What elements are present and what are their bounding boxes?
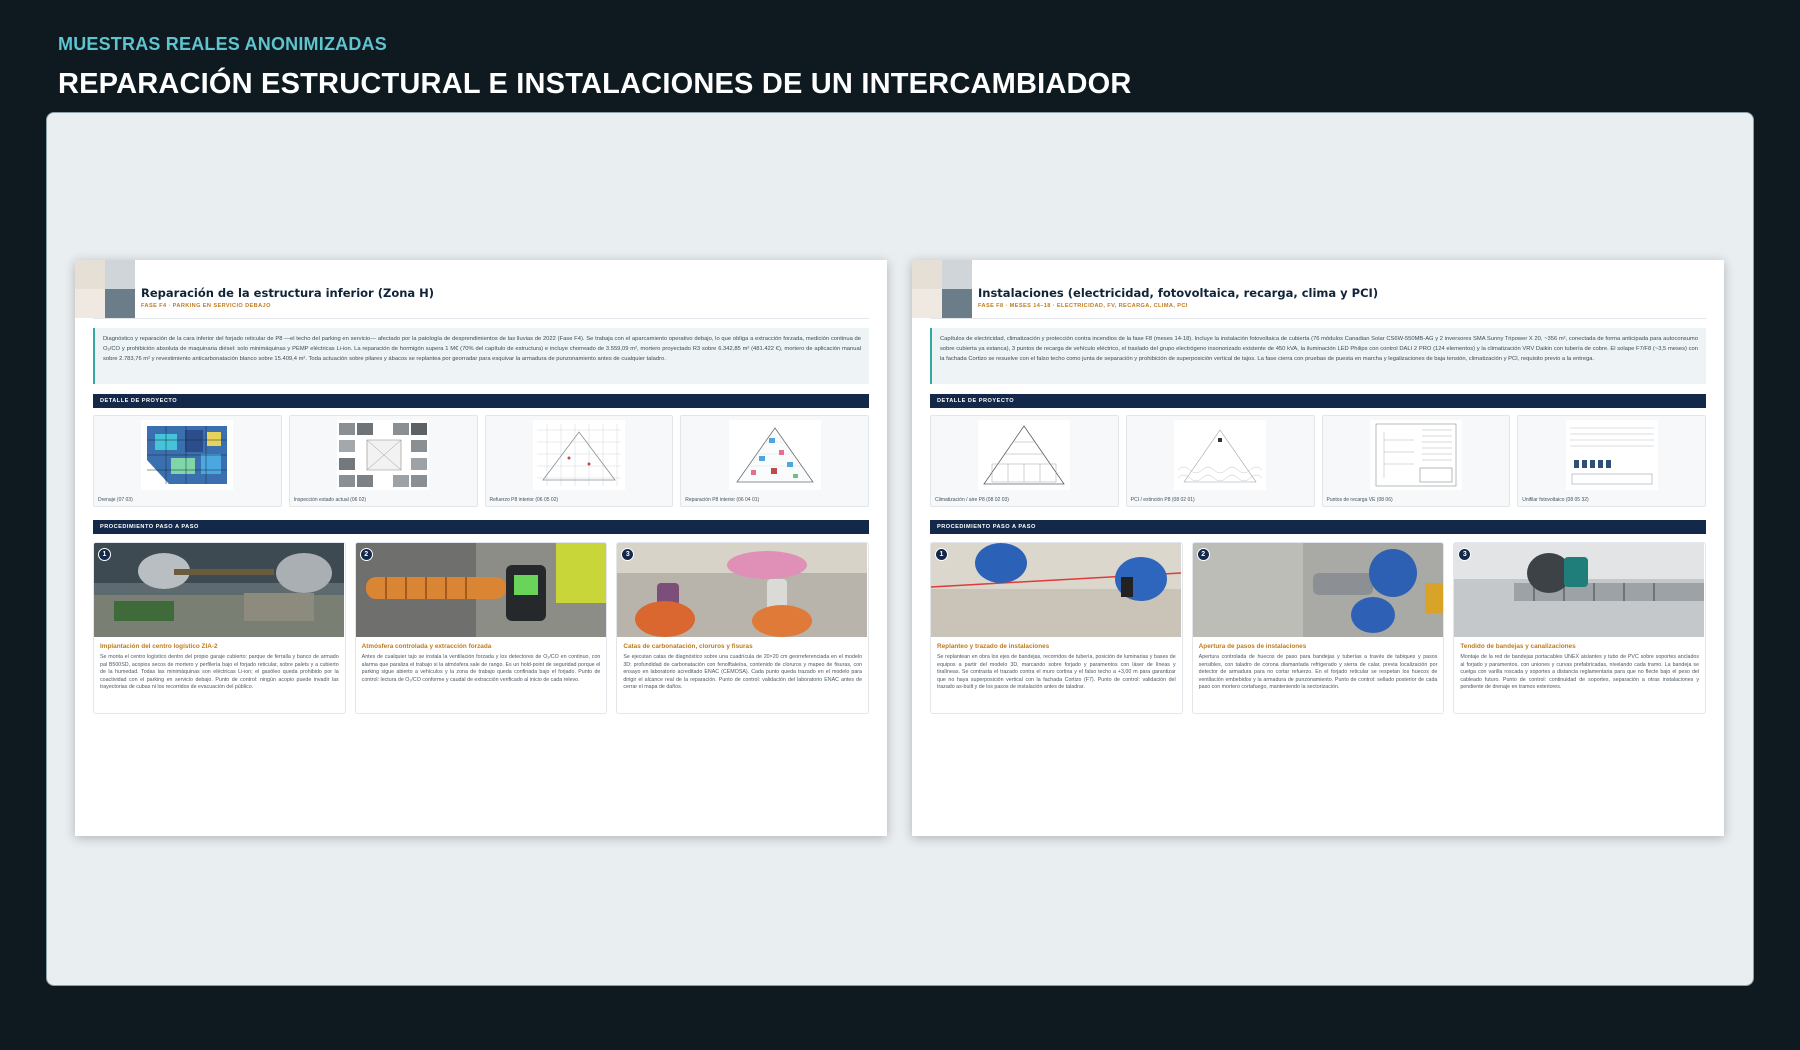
steps-bar: PROCEDIMIENTO PASO A PASO <box>930 520 1706 534</box>
thumb-caption: Unifilar fotovoltaico (08 05 32) <box>1522 497 1589 503</box>
step-card[interactable]: 2 Atmósfera controlada y extracción forz… <box>354 542 608 714</box>
step-number: 1 <box>935 548 948 561</box>
drainage-plan-image <box>141 420 234 490</box>
step-title: Tendido de bandejas y canalizaciones <box>1460 643 1576 650</box>
step-body: Se replantean en obra los ejes de bandej… <box>937 654 1176 691</box>
step-title: Atmósfera controlada y extracción forzad… <box>361 643 492 650</box>
core-drilling-photo <box>1192 543 1443 637</box>
step-number: 2 <box>1196 548 1210 561</box>
hvac-plan-image <box>978 420 1071 490</box>
sheet-title: Reparación de la estructura inferior (Zo… <box>141 286 435 300</box>
steps-bar: PROCEDIMIENTO PASO A PASO <box>93 520 869 534</box>
corner-logo <box>912 260 974 318</box>
step-body: Se ejecutan catas de diagnóstico sobre u… <box>623 654 863 691</box>
thumb-card[interactable]: Puntos de recarga VE (08 06) <box>1321 415 1511 507</box>
section-eyebrow: MUESTRAS REALES ANONIMIZADAS <box>58 34 387 54</box>
thumb-card[interactable]: Inspección estado actual (06 02) <box>288 415 478 507</box>
thumb-caption: Reparación P8 interior (06 04 01) <box>685 497 760 503</box>
thumb-row: Climatización / aire P8 (08 02 03) PCI /… <box>930 415 1706 507</box>
step-title: Apertura de pasos de instalaciones <box>1198 643 1307 650</box>
divider <box>930 318 1706 319</box>
reinforcement-plan-image <box>532 420 625 490</box>
pv-single-line-image <box>1565 420 1658 490</box>
detail-bar: DETALLE DE PROYECTO <box>930 394 1706 408</box>
thumb-caption: Puntos de recarga VE (08 06) <box>1326 497 1393 503</box>
step-body: Se monta el centro logístico dentro del … <box>100 654 339 691</box>
warehouse-photo <box>94 543 344 637</box>
thumb-row: Drenaje (07 03) Inspección estado actual… <box>93 415 869 507</box>
step-title: Replanteo y trazado de instalaciones <box>937 643 1050 650</box>
intro-text: Diagnóstico y reparación de la cara infe… <box>93 328 869 384</box>
step-card[interactable]: 2 Apertura de pasos de instalaciones Ape… <box>1191 542 1445 714</box>
page-title: REPARACIÓN ESTRUCTURAL E INSTALACIONES D… <box>58 68 1132 100</box>
step-title: Implantación del centro logístico ZIA-2 <box>100 643 218 650</box>
gas-detector-photo <box>355 543 606 637</box>
thumb-caption: PCI / extinción P8 (08 02 01) <box>1130 497 1195 503</box>
thumb-card[interactable]: Climatización / aire P8 (08 02 03) <box>930 415 1119 507</box>
thumb-caption: Climatización / aire P8 (08 02 03) <box>935 497 1009 503</box>
sheet-subtitle: FASE F8 · MESES 14–18 · ELECTRICIDAD, FV… <box>978 303 1188 309</box>
intro-text: Capítulos de electricidad, climatización… <box>930 328 1706 384</box>
inspection-photos-image <box>337 420 430 490</box>
step-title: Catas de carbonatación, cloruros y fisur… <box>623 643 753 650</box>
thumb-card[interactable]: PCI / extinción P8 (08 02 01) <box>1125 415 1315 507</box>
corner-logo <box>75 260 137 318</box>
thumb-caption: Inspección estado actual (06 02) <box>293 497 367 503</box>
thumb-card[interactable]: Unifilar fotovoltaico (08 05 32) <box>1517 415 1706 507</box>
carbonation-test-photo <box>617 543 868 637</box>
steps-row: 1 Implantación del centro logístico ZIA-… <box>93 542 870 714</box>
step-body: Montaje de la red de bandejas portacable… <box>1460 654 1700 691</box>
step-card[interactable]: 3 Tendido de bandejas y canalizaciones M… <box>1453 542 1707 714</box>
laser-layout-photo <box>931 543 1181 637</box>
ev-charging-schematic-image <box>1369 420 1462 490</box>
repair-plan-image <box>728 420 821 490</box>
thumb-card[interactable]: Reparación P8 interior (06 04 01) <box>680 415 869 507</box>
preview-stage: Reparación de la estructura inferior (Zo… <box>46 112 1754 986</box>
thumb-card[interactable]: Refuerzo P8 interior (06 05 02) <box>484 415 674 507</box>
step-card[interactable]: 3 Catas de carbonatación, cloruros y fis… <box>616 542 870 714</box>
divider <box>93 318 869 319</box>
step-body: Antes de cualquier tajo se instala la ve… <box>361 654 601 683</box>
step-number: 1 <box>98 548 111 561</box>
thumb-card[interactable]: Drenaje (07 03) <box>93 415 282 507</box>
sheet-estructura[interactable]: Reparación de la estructura inferior (Zo… <box>75 260 887 836</box>
step-card[interactable]: 1 Replanteo y trazado de instalaciones S… <box>930 542 1183 714</box>
step-card[interactable]: 1 Implantación del centro logístico ZIA-… <box>93 542 346 714</box>
step-body: Apertura controlada de huecos de paso pa… <box>1198 654 1438 691</box>
steps-row: 1 Replanteo y trazado de instalaciones S… <box>930 542 1707 714</box>
thumb-caption: Drenaje (07 03) <box>98 497 133 503</box>
fire-protection-plan-image <box>1174 420 1267 490</box>
detail-bar: DETALLE DE PROYECTO <box>93 394 869 408</box>
step-number: 2 <box>359 548 373 561</box>
thumb-caption: Refuerzo P8 interior (06 05 02) <box>489 497 559 503</box>
cable-tray-photo <box>1454 543 1705 637</box>
sheet-subtitle: FASE F4 · PARKING EN SERVICIO DEBAJO <box>141 303 271 309</box>
sheet-title: Instalaciones (electricidad, fotovoltaic… <box>978 286 1379 300</box>
sheet-instalaciones[interactable]: Instalaciones (electricidad, fotovoltaic… <box>912 260 1724 836</box>
